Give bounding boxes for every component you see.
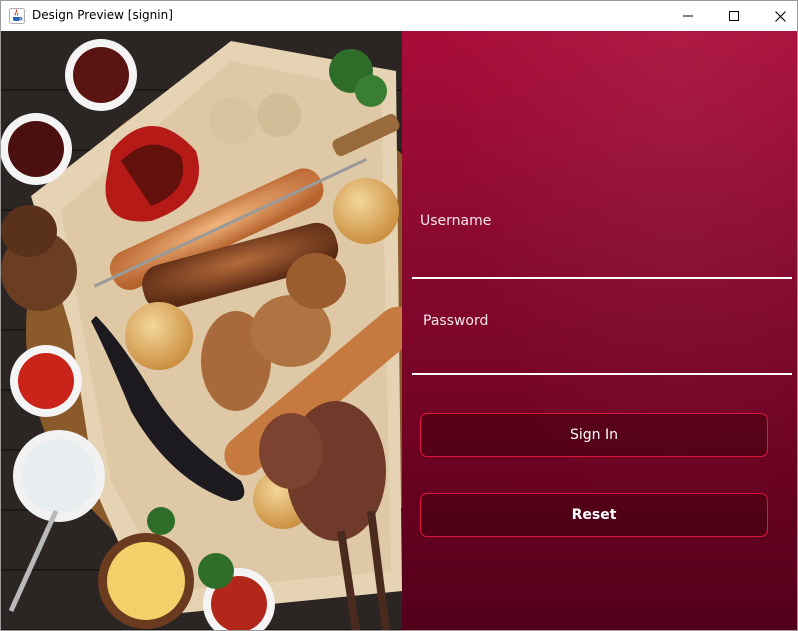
password-label: Password <box>423 313 489 329</box>
hero-food-image <box>1 31 402 630</box>
username-label: Username <box>420 213 492 229</box>
reset-button[interactable]: Reset <box>420 493 768 537</box>
close-icon <box>774 10 786 22</box>
minimize-button[interactable] <box>665 1 711 31</box>
password-input[interactable] <box>412 341 792 375</box>
java-cup-icon <box>9 8 25 24</box>
grilled-food-platter-image <box>1 31 402 630</box>
username-input[interactable] <box>412 245 792 279</box>
title-bar[interactable]: Design Preview [signin] <box>1 1 797 31</box>
window-title: Design Preview [signin] <box>32 8 173 22</box>
app-window: Design Preview [signin] Username Passwor… <box>0 0 798 631</box>
signin-panel: Username Password Sign In Reset <box>402 31 797 630</box>
signin-button[interactable]: Sign In <box>420 413 768 457</box>
minimize-icon <box>683 15 693 17</box>
maximize-button[interactable] <box>711 1 757 31</box>
close-button[interactable] <box>757 1 797 31</box>
maximize-icon <box>729 11 739 21</box>
